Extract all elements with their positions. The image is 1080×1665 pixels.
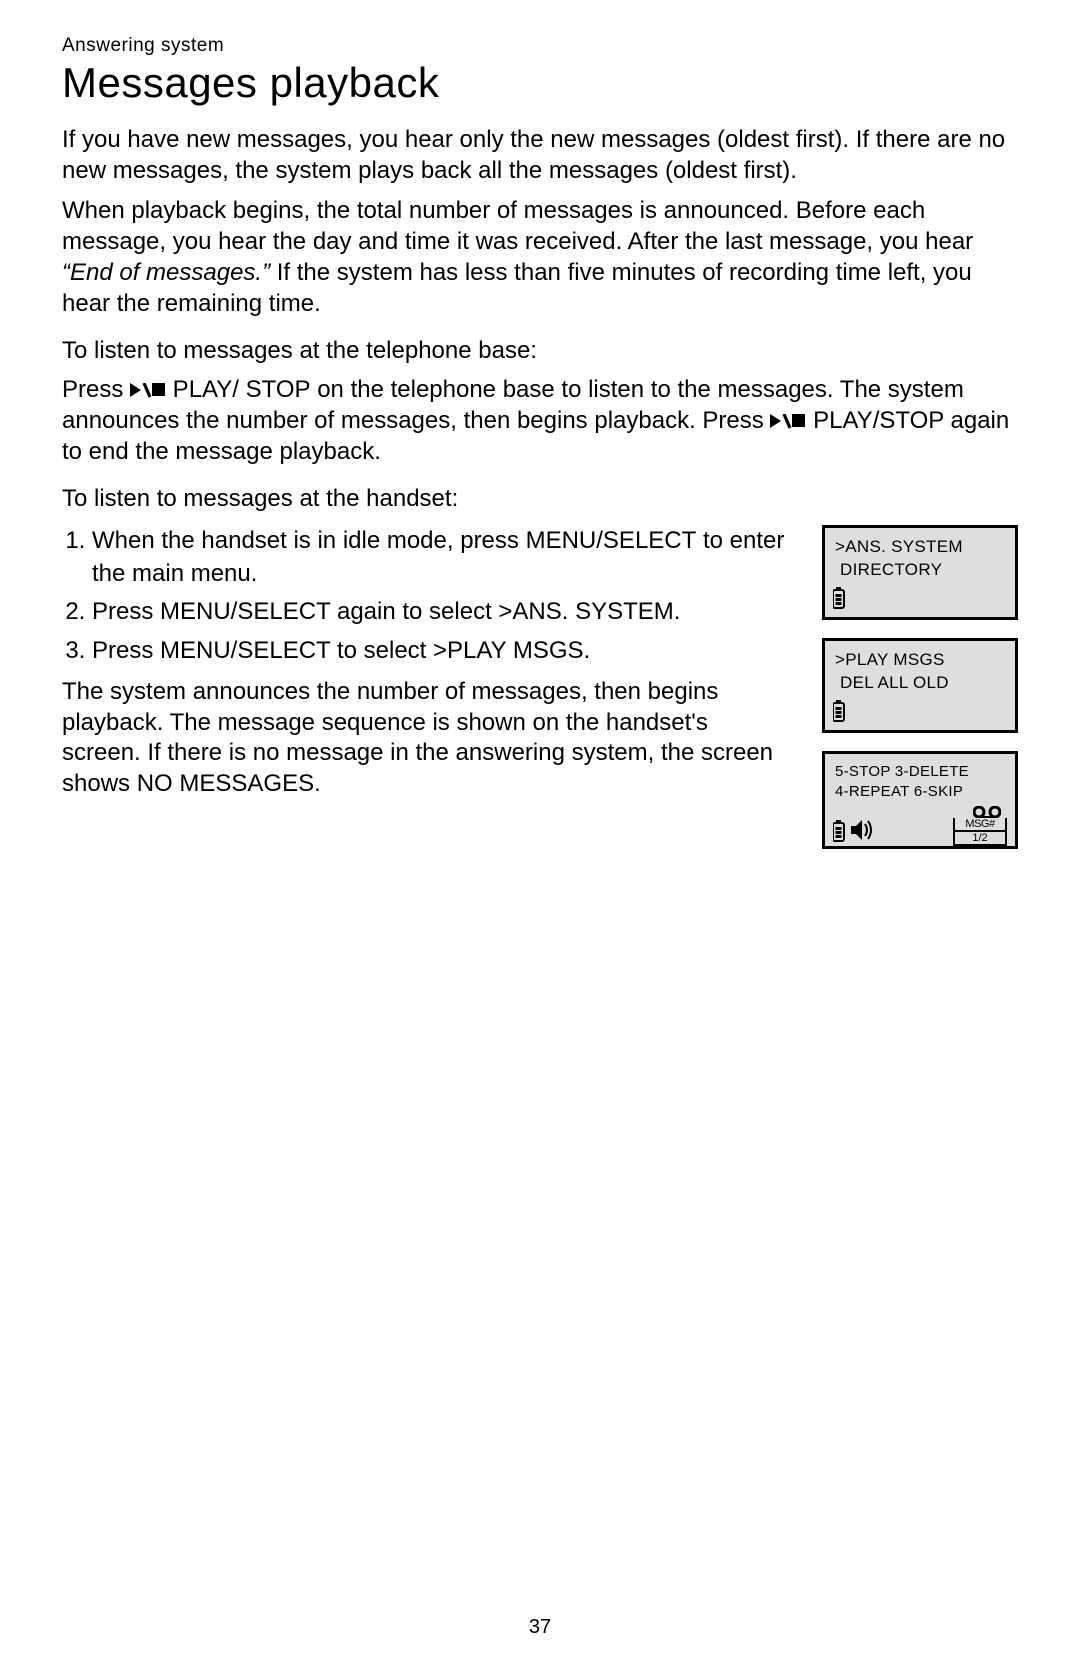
menu-select-label: MENU/ bbox=[160, 598, 237, 625]
text: . bbox=[674, 598, 681, 625]
text: Press bbox=[92, 598, 160, 625]
msg-counter-box: MSG# 1/2 bbox=[953, 818, 1007, 846]
text: . bbox=[584, 637, 591, 664]
intro-paragraph-2: When playback begins, the total number o… bbox=[62, 196, 1018, 319]
screen-line-2: DEL ALL OLD bbox=[835, 672, 1005, 694]
screen-line-1: >PLAY MSGS bbox=[835, 649, 1005, 671]
menu-select-label: MENU/ bbox=[160, 637, 237, 664]
steps-column: When the handset is in idle mode, press … bbox=[62, 521, 792, 866]
battery-icon bbox=[833, 820, 845, 842]
text: Press bbox=[92, 637, 160, 664]
text: PLAY/ bbox=[166, 376, 239, 403]
tape-icon bbox=[973, 806, 1001, 818]
heading-listen-base: To listen to messages at the telephone b… bbox=[62, 337, 1018, 365]
play-stop-icon bbox=[770, 414, 806, 430]
screen-line-1: 5-STOP 3-DELETE bbox=[835, 762, 1005, 782]
msg-label: MSG# bbox=[955, 818, 1005, 832]
menu-select-label: SELECT bbox=[603, 527, 696, 554]
text: When the handset is in idle mode, press bbox=[92, 527, 526, 554]
play-label: PLAY bbox=[806, 407, 872, 434]
intro-paragraph-1: If you have new messages, you hear only … bbox=[62, 125, 1018, 186]
handset-screen-ans-system: >ANS. SYSTEM DIRECTORY bbox=[822, 525, 1018, 620]
play-stop-icon bbox=[130, 383, 166, 399]
no-messages-label: NO MESSAGES bbox=[137, 770, 314, 797]
text: again to select bbox=[330, 598, 498, 625]
menu-select-label: SELECT bbox=[237, 637, 330, 664]
handset-after-paragraph: The system announces the number of messa… bbox=[62, 677, 792, 800]
msg-number: 1/2 bbox=[955, 832, 1005, 844]
text: to select bbox=[330, 637, 433, 664]
handset-screens-column: >ANS. SYSTEM DIRECTORY >PLAY MSGS DEL AL… bbox=[822, 521, 1018, 866]
handset-screen-play-msgs: >PLAY MSGS DEL ALL OLD bbox=[822, 638, 1018, 733]
text: Press bbox=[62, 376, 130, 403]
base-instructions: Press PLAY/ STOP on the telephone base t… bbox=[62, 375, 1018, 467]
end-of-messages-quote: “End of messages.” bbox=[62, 259, 270, 286]
battery-icon bbox=[833, 587, 845, 609]
page-title: Messages playback bbox=[62, 59, 1018, 107]
section-pretitle: Answering system bbox=[62, 35, 1018, 57]
screen-line-2: 4-REPEAT 6-SKIP bbox=[835, 782, 1005, 802]
menu-select-label: MENU/ bbox=[526, 527, 603, 554]
manual-page: Answering system Messages playback If yo… bbox=[0, 0, 1080, 1665]
text: . bbox=[314, 770, 321, 797]
handset-steps: When the handset is in idle mode, press … bbox=[62, 525, 792, 667]
stop-label: STOP bbox=[239, 376, 311, 403]
screen-line-1: >ANS. SYSTEM bbox=[835, 536, 1005, 558]
page-number: 37 bbox=[0, 1616, 1080, 1639]
text: When playback begins, the total number o… bbox=[62, 197, 973, 255]
screen-line-2: DIRECTORY bbox=[835, 559, 1005, 581]
heading-listen-handset: To listen to messages at the handset: bbox=[62, 485, 1018, 513]
menu-select-label: SELECT bbox=[237, 598, 330, 625]
battery-icon bbox=[833, 700, 845, 722]
handset-screen-playback-controls: 5-STOP 3-DELETE 4-REPEAT 6-SKIP MSG# 1/2 bbox=[822, 751, 1018, 849]
step-1: When the handset is in idle mode, press … bbox=[92, 525, 792, 590]
step-3: Press MENU/SELECT to select >PLAY MSGS. bbox=[92, 635, 792, 667]
step-2: Press MENU/SELECT again to select >ANS. … bbox=[92, 596, 792, 628]
ans-system-label: >ANS. SYSTEM bbox=[498, 598, 673, 625]
speaker-icon bbox=[851, 820, 875, 842]
play-msgs-label: >PLAY MSGS bbox=[433, 637, 584, 664]
